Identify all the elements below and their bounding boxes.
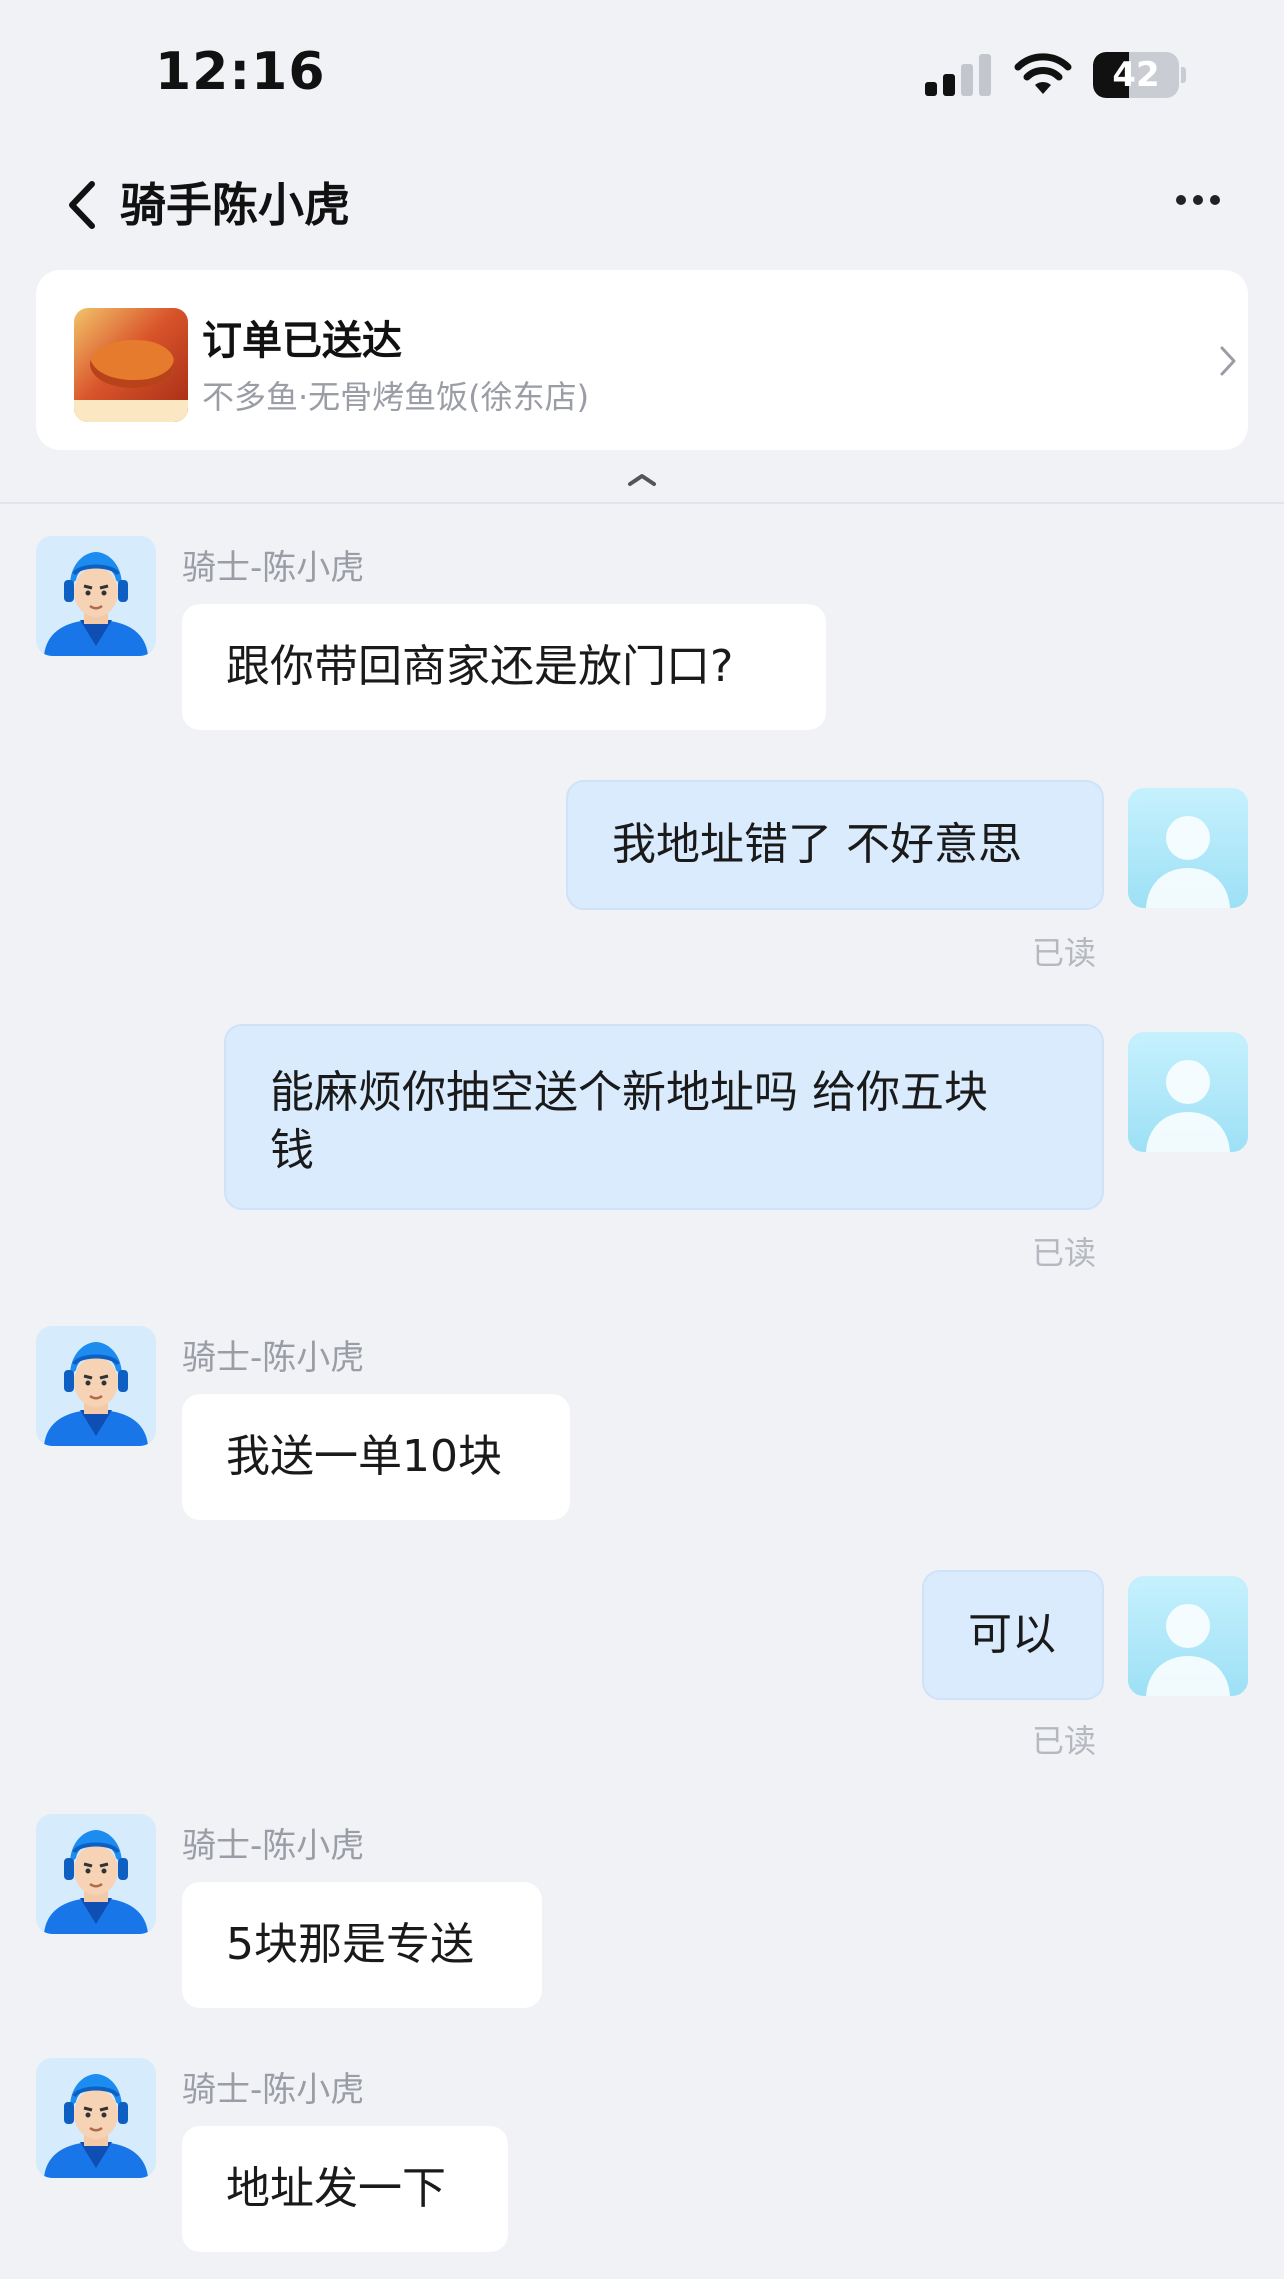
- message-bubble[interactable]: 地址发一下: [182, 2126, 508, 2252]
- order-status: 订单已送达: [202, 318, 402, 364]
- rider-avatar[interactable]: [36, 2058, 156, 2178]
- message-bubble[interactable]: 我送一单10块: [182, 1394, 570, 1520]
- sender-name: 骑士-陈小虎: [182, 1826, 365, 1866]
- message-bubble[interactable]: 5块那是专送: [182, 1882, 542, 2008]
- message-text-line: 能麻烦你抽空送个新地址吗 给你五块: [270, 1067, 988, 1118]
- chevron-up-icon[interactable]: [624, 470, 660, 490]
- read-status: 已读: [1032, 1234, 1097, 1272]
- page-title: 骑手陈小虎: [120, 178, 350, 232]
- message-bubble[interactable]: 我地址错了 不好意思: [566, 780, 1104, 910]
- status-time: 12:16: [155, 42, 326, 102]
- user-avatar[interactable]: [1128, 788, 1248, 908]
- chevron-right-icon: [1220, 346, 1236, 376]
- order-thumbnail: [74, 308, 188, 422]
- message-bubble[interactable]: 可以: [922, 1570, 1104, 1700]
- order-card[interactable]: 订单已送达 不多鱼·无骨烤鱼饭(徐东店): [36, 270, 1248, 450]
- rider-avatar[interactable]: [36, 1814, 156, 1934]
- sender-name: 骑士-陈小虎: [182, 1338, 365, 1378]
- user-avatar[interactable]: [1128, 1032, 1248, 1152]
- sender-name: 骑士-陈小虎: [182, 548, 365, 588]
- message-text-line: 钱: [270, 1125, 314, 1176]
- sender-name: 骑士-陈小虎: [182, 2070, 365, 2110]
- message-bubble[interactable]: 跟你带回商家还是放门口?: [182, 604, 826, 730]
- more-horizontal-icon[interactable]: [1172, 188, 1224, 212]
- read-status: 已读: [1032, 934, 1097, 972]
- chevron-left-icon[interactable]: [62, 170, 102, 240]
- order-shop-name: 不多鱼·无骨烤鱼饭(徐东店): [202, 378, 590, 416]
- nav-bar: 骑手陈小虎: [0, 150, 1284, 270]
- battery-level: 42: [1112, 55, 1160, 95]
- user-avatar[interactable]: [1128, 1576, 1248, 1696]
- rider-avatar[interactable]: [36, 536, 156, 656]
- rider-avatar[interactable]: [36, 1326, 156, 1446]
- message-bubble[interactable]: 能麻烦你抽空送个新地址吗 给你五块 钱: [224, 1024, 1104, 1210]
- wifi-icon: [1014, 53, 1072, 94]
- battery-icon: 42: [1093, 52, 1186, 98]
- cellular-signal-icon: [925, 54, 993, 96]
- divider: [0, 502, 1284, 504]
- read-status: 已读: [1032, 1722, 1097, 1760]
- status-bar: 12:16 42: [0, 0, 1284, 150]
